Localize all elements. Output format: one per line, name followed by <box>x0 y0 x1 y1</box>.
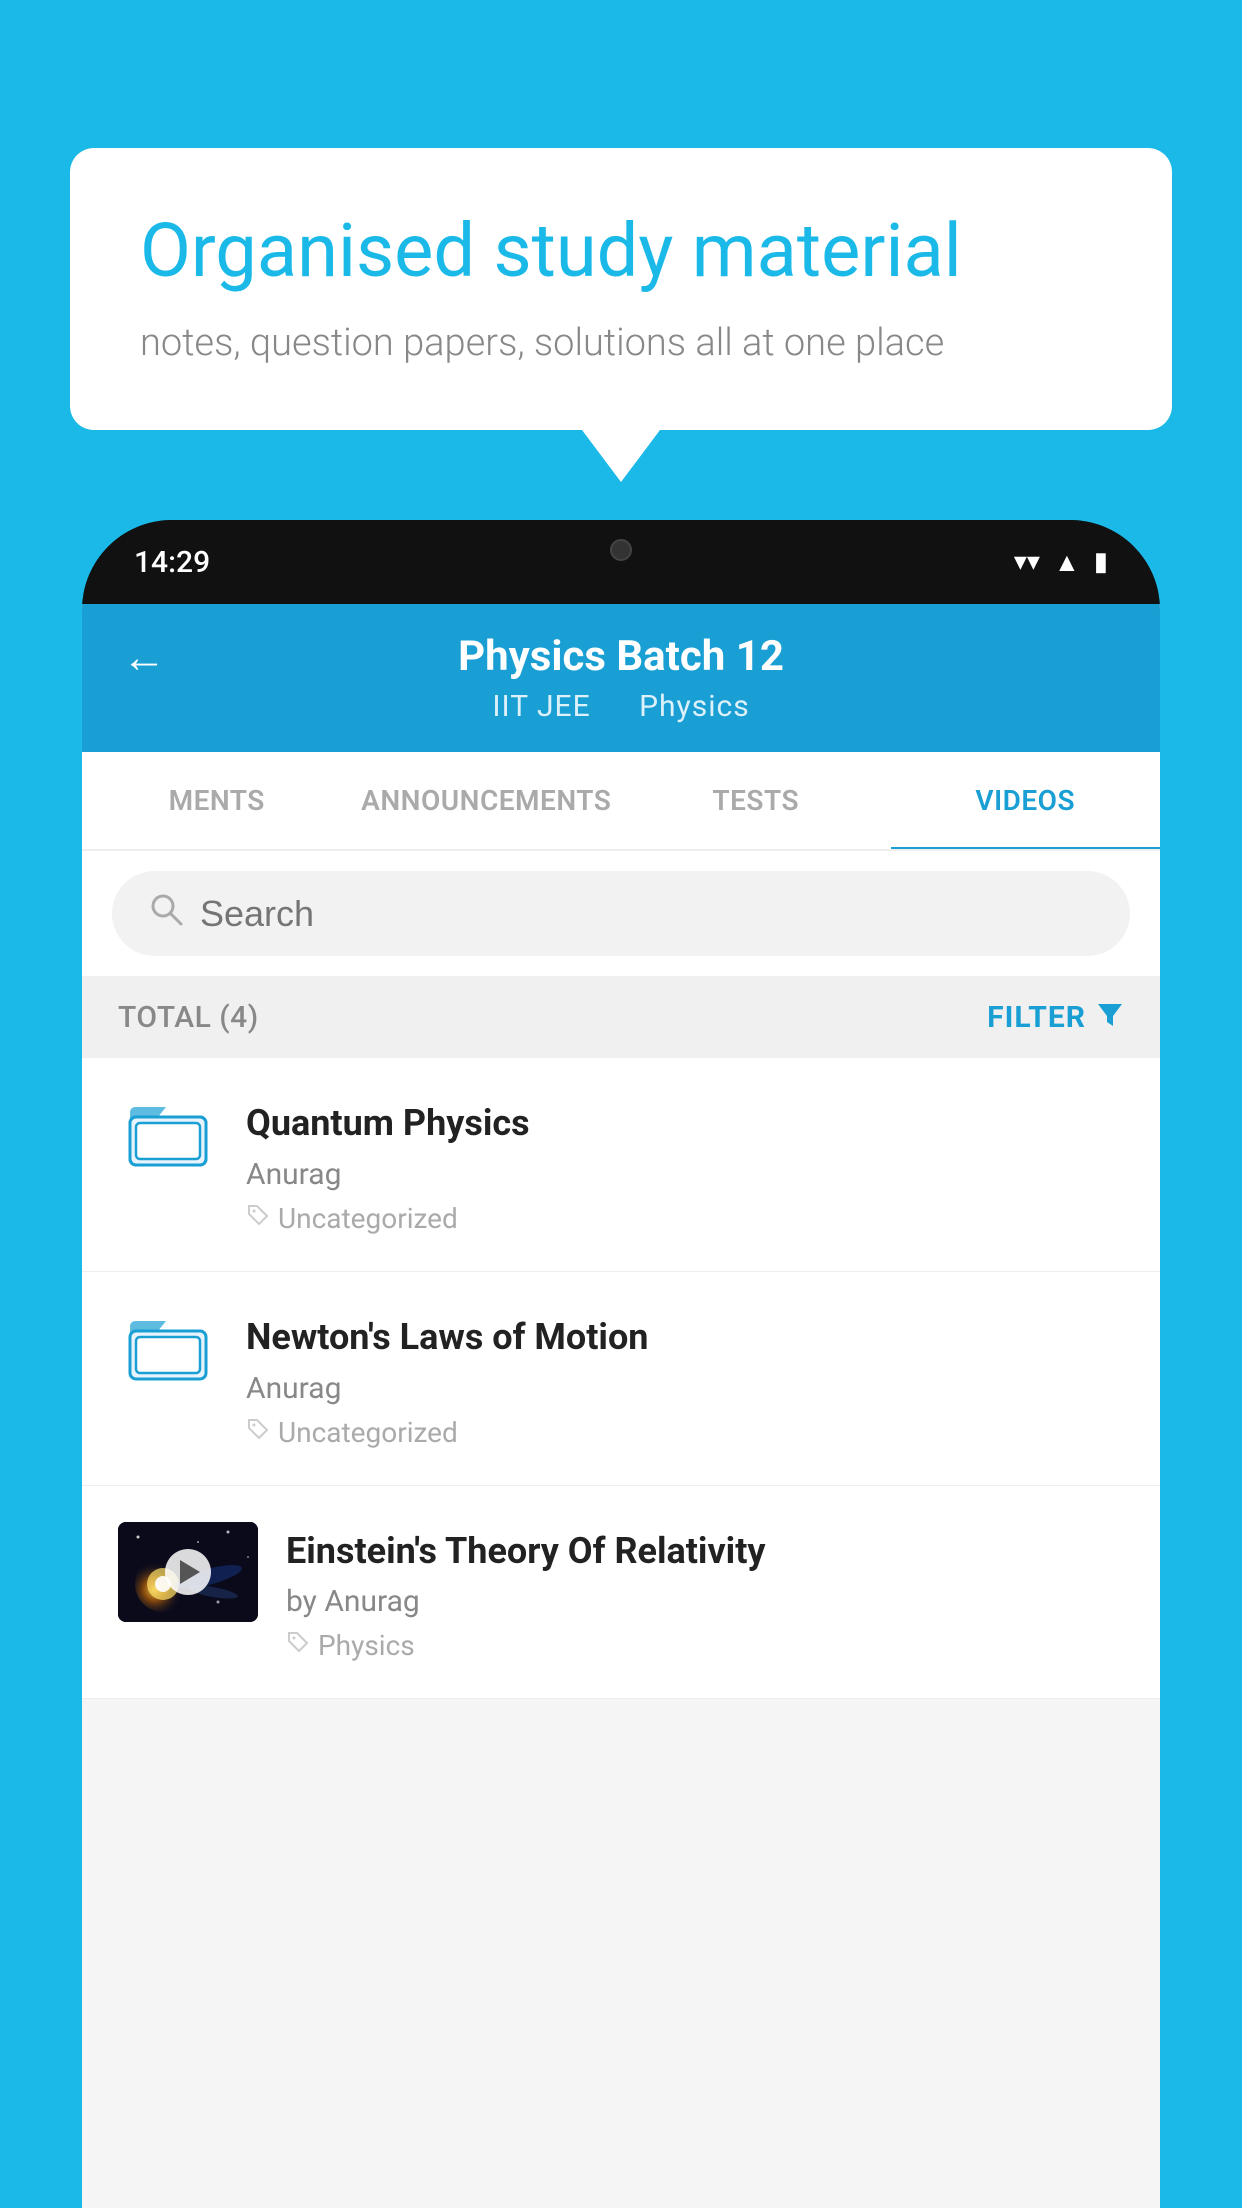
video-list: Quantum Physics Anurag Uncategorized <box>82 1058 1160 1699</box>
tab-videos[interactable]: VIDEOS <box>891 752 1161 849</box>
filter-icon <box>1096 998 1124 1036</box>
phone-time: 14:29 <box>134 545 210 580</box>
speech-bubble-section: Organised study material notes, question… <box>70 148 1172 430</box>
header-subtitle: IIT JEE Physics <box>482 689 759 724</box>
status-bar: 14:29 ▾▾ ▲ ▮ <box>82 520 1160 604</box>
search-input[interactable] <box>200 893 1094 935</box>
item-info: Einstein's Theory Of Relativity by Anura… <box>286 1522 1124 1663</box>
total-count: TOTAL (4) <box>118 1000 259 1035</box>
wifi-icon: ▾▾ <box>1014 547 1040 577</box>
folder-icon-wrap <box>118 1308 218 1388</box>
battery-icon: ▮ <box>1094 547 1108 577</box>
video-author: Anurag <box>246 1371 1124 1406</box>
search-icon <box>148 891 184 936</box>
phone-notch <box>531 520 711 580</box>
header-row: ← Physics Batch 12 <box>122 632 1120 681</box>
signal-icon: ▲ <box>1054 547 1080 578</box>
search-bar-wrapper <box>82 851 1160 976</box>
app-header: ← Physics Batch 12 IIT JEE Physics <box>82 604 1160 752</box>
folder-icon-wrap <box>118 1094 218 1174</box>
tag-icon <box>246 1203 270 1234</box>
video-title: Einstein's Theory Of Relativity <box>286 1528 1124 1575</box>
bubble-title: Organised study material <box>140 208 1102 297</box>
app-screen: ← Physics Batch 12 IIT JEE Physics MENTS… <box>82 604 1160 2208</box>
video-tag: Uncategorized <box>246 1202 1124 1235</box>
subtitle-physics: Physics <box>639 689 750 724</box>
phone-camera <box>610 539 632 561</box>
tab-tests[interactable]: TESTS <box>621 752 891 849</box>
video-title: Newton's Laws of Motion <box>246 1314 1124 1361</box>
list-item[interactable]: Newton's Laws of Motion Anurag Uncategor… <box>82 1272 1160 1486</box>
tag-icon <box>246 1417 270 1448</box>
filter-button[interactable]: FILTER <box>987 998 1124 1036</box>
back-button[interactable]: ← <box>122 631 166 683</box>
phone-frame: 14:29 ▾▾ ▲ ▮ ← Physics Batch 12 IIT JEE … <box>82 520 1160 2208</box>
folder-icon <box>128 1313 208 1383</box>
filter-bar: TOTAL (4) FILTER <box>82 976 1160 1058</box>
video-tag: Physics <box>286 1629 1124 1662</box>
tab-ments[interactable]: MENTS <box>82 752 352 849</box>
speech-bubble: Organised study material notes, question… <box>70 148 1172 430</box>
batch-title: Physics Batch 12 <box>458 632 784 681</box>
tag-icon <box>286 1630 310 1661</box>
folder-icon <box>128 1099 208 1169</box>
tab-announcements[interactable]: ANNOUNCEMENTS <box>352 752 622 849</box>
item-info: Newton's Laws of Motion Anurag Uncategor… <box>246 1308 1124 1449</box>
list-item[interactable]: Quantum Physics Anurag Uncategorized <box>82 1058 1160 1272</box>
video-thumbnail <box>118 1522 258 1622</box>
search-bar[interactable] <box>112 871 1130 956</box>
video-tag: Uncategorized <box>246 1416 1124 1449</box>
play-button[interactable] <box>165 1549 211 1595</box>
video-author: by Anurag <box>286 1584 1124 1619</box>
item-info: Quantum Physics Anurag Uncategorized <box>246 1094 1124 1235</box>
video-title: Quantum Physics <box>246 1100 1124 1147</box>
video-author: Anurag <box>246 1157 1124 1192</box>
status-icons: ▾▾ ▲ ▮ <box>1014 547 1108 578</box>
play-triangle-icon <box>180 1560 200 1584</box>
tab-bar: MENTS ANNOUNCEMENTS TESTS VIDEOS <box>82 752 1160 851</box>
list-item[interactable]: Einstein's Theory Of Relativity by Anura… <box>82 1486 1160 1700</box>
subtitle-iitjee: IIT JEE <box>492 689 590 724</box>
bubble-subtitle: notes, question papers, solutions all at… <box>140 321 1102 365</box>
